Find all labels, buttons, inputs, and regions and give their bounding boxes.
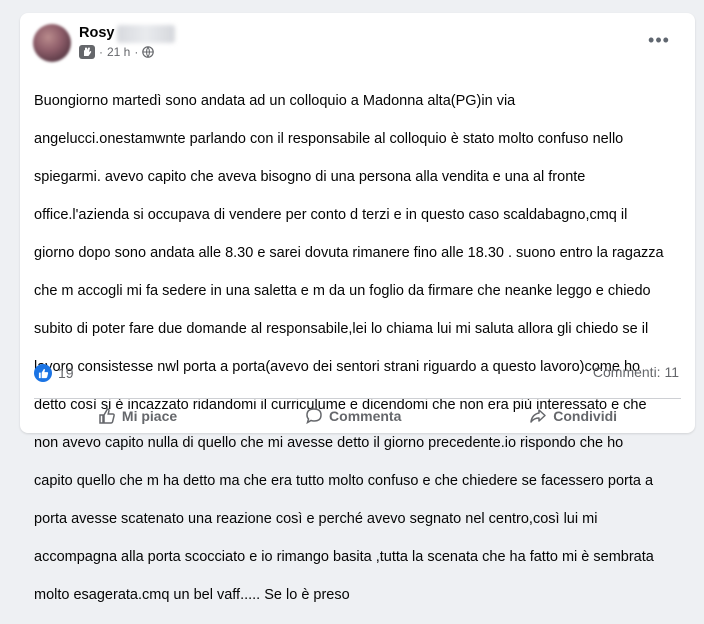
like-button[interactable]: Mi piace bbox=[90, 403, 185, 429]
post-line: lavoro consistesse nwl porta a porta(ave… bbox=[34, 359, 641, 375]
post-line: che m accogli mi fa sedere in una salett… bbox=[34, 283, 651, 299]
comment-label: Commenta bbox=[329, 408, 402, 424]
post-line: office.l'azienda si occupava di vendere … bbox=[34, 207, 628, 223]
avatar[interactable] bbox=[33, 24, 71, 62]
post-line: giorno dopo sono andata alle 8.30 e sare… bbox=[34, 245, 664, 261]
like-reaction-icon bbox=[34, 364, 52, 382]
share-button[interactable]: Condividi bbox=[521, 403, 625, 429]
post-body: Buongiorno martedì sono andata ad un col… bbox=[34, 73, 682, 624]
globe-icon bbox=[142, 46, 155, 58]
post-meta: · 21 h · bbox=[79, 45, 155, 59]
post-time[interactable]: 21 h bbox=[107, 45, 130, 59]
more-dots-icon: ••• bbox=[648, 30, 670, 50]
post-line: accompagna alla porta scocciato e io rim… bbox=[34, 549, 654, 565]
post-line: Buongiorno martedì sono andata ad un col… bbox=[34, 93, 516, 109]
post-line: angelucci.onestamwnte parlando con il re… bbox=[34, 131, 624, 147]
comments-count[interactable]: Commenti: 11 bbox=[593, 364, 679, 380]
comment-icon bbox=[306, 408, 322, 425]
redacted-surname bbox=[117, 25, 175, 43]
share-icon bbox=[530, 409, 546, 423]
like-label: Mi piace bbox=[121, 408, 178, 424]
divider bbox=[34, 398, 681, 399]
reaction-count: 19 bbox=[58, 365, 74, 381]
post-line: capito quello che m ha detto ma che era … bbox=[34, 473, 654, 489]
comment-button[interactable]: Commenta bbox=[297, 403, 409, 429]
reaction-summary[interactable]: 19 bbox=[34, 364, 74, 382]
author-name[interactable]: Rosy bbox=[79, 25, 114, 41]
post-line: non avevo capito nulla di quello che mi … bbox=[34, 435, 624, 451]
post-line: porta avesse scatenato una reazione così… bbox=[34, 511, 598, 527]
action-bar: Mi piace Commenta Condividi bbox=[34, 403, 681, 429]
thumbs-up-icon bbox=[99, 408, 115, 424]
post-card: Rosy · 21 h · ••• Buongiorno martedì son… bbox=[20, 13, 695, 603]
share-label: Condividi bbox=[553, 408, 618, 424]
post-line: molto esagerata.cmq un bel vaff..... Se … bbox=[34, 587, 350, 603]
meta-dot: · bbox=[134, 45, 139, 59]
meta-dot: · bbox=[99, 45, 103, 59]
hand-wave-icon bbox=[79, 45, 95, 59]
post-line: spiegarmi. avevo capito che aveva bisogn… bbox=[34, 169, 586, 185]
more-options-button[interactable]: ••• bbox=[644, 29, 674, 51]
post-line: subito di poter fare due domande al resp… bbox=[34, 321, 649, 337]
